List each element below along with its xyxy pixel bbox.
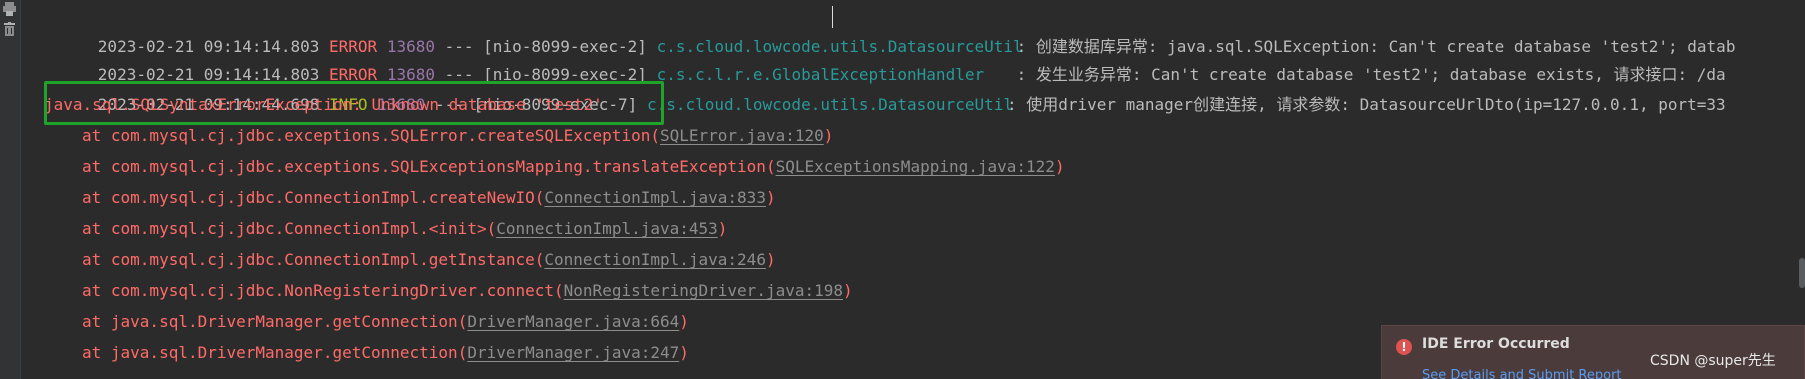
stack-frame-link[interactable]: SQLExceptionsMapping.java:122 [776, 157, 1055, 176]
stack-frame-link[interactable]: ConnectionImpl.java:246 [544, 250, 766, 269]
ide-console-window: 2023-02-21 09:14:14.803 ERROR 13680 --- … [0, 0, 1805, 379]
scrollbar-thumb[interactable] [1799, 258, 1805, 288]
stack-frame-method: at com.mysql.cj.jdbc.exceptions.SQLError… [82, 126, 651, 145]
log-logger: c.s.cloud.lowcode.utils.DatasourceUtil [646, 95, 1013, 114]
stack-frame-method: at java.sql.DriverManager.getConnection [82, 312, 458, 331]
stack-frame-method: at com.mysql.cj.jdbc.exceptions.SQLExcep… [82, 157, 766, 176]
stack-frame-link[interactable]: DriverManager.java:664 [467, 312, 679, 331]
error-icon: ! [1396, 339, 1412, 355]
notification-title: IDE Error Occurred [1422, 336, 1570, 352]
stack-frame-method: at com.mysql.cj.jdbc.NonRegisteringDrive… [82, 281, 555, 300]
stack-frame: at com.mysql.cj.jdbc.ConnectionImpl.getI… [82, 250, 776, 269]
stack-frame-link[interactable]: DriverManager.java:247 [467, 343, 679, 362]
console-toolbar-gutter [0, 0, 21, 379]
log-line: 2023-02-21 09:14:14.803 ERROR 13680 --- … [40, 28, 1726, 84]
stack-frame: at com.mysql.cj.jdbc.exceptions.SQLExcep… [82, 157, 1065, 176]
stack-frame-link[interactable]: SQLError.java:120 [660, 126, 824, 145]
stack-frame-link[interactable]: ConnectionImpl.java:833 [544, 188, 766, 207]
stack-frame-method: at com.mysql.cj.jdbc.ConnectionImpl.crea… [82, 188, 535, 207]
log-message: : 使用driver manager创建连接, 请求参数: Datasource… [1006, 95, 1726, 114]
watermark: CSDN @super先生 [1650, 353, 1776, 369]
stack-frame: at java.sql.DriverManager.getConnection(… [82, 343, 689, 362]
text-caret [832, 6, 833, 28]
trash-icon[interactable] [3, 22, 16, 36]
notification-details-link[interactable]: See Details and Submit Report [1422, 368, 1622, 379]
stack-frame-link[interactable]: NonRegisteringDriver.java:198 [564, 281, 843, 300]
stack-frame-method: at com.mysql.cj.jdbc.ConnectionImpl.getI… [82, 250, 535, 269]
console-output[interactable]: 2023-02-21 09:14:14.803 ERROR 13680 --- … [20, 0, 1805, 379]
exception-message: java.sql.SQLSyntaxErrorException: Unknow… [44, 95, 603, 114]
print-icon[interactable] [3, 2, 16, 16]
stack-frame: at com.mysql.cj.jdbc.NonRegisteringDrive… [82, 281, 853, 300]
stack-frame: at java.sql.DriverManager.getConnection(… [82, 312, 689, 331]
stack-frame-method: at com.mysql.cj.jdbc.ConnectionImpl.<ini… [82, 219, 487, 238]
stack-frame: at com.mysql.cj.jdbc.exceptions.SQLError… [82, 126, 834, 145]
stack-frame: at com.mysql.cj.jdbc.ConnectionImpl.crea… [82, 188, 776, 207]
log-line: 2023-02-21 09:14:14.803 ERROR 13680 --- … [40, 0, 1736, 56]
stack-frame: at com.mysql.cj.jdbc.ConnectionImpl.<ini… [82, 219, 728, 238]
stack-frame-link[interactable]: ConnectionImpl.java:453 [496, 219, 718, 238]
stack-frame-method: at java.sql.DriverManager.getConnection [82, 343, 458, 362]
log-line: 2023-02-21 09:14:44.698 INFO 13680 --- [… [40, 58, 1726, 114]
